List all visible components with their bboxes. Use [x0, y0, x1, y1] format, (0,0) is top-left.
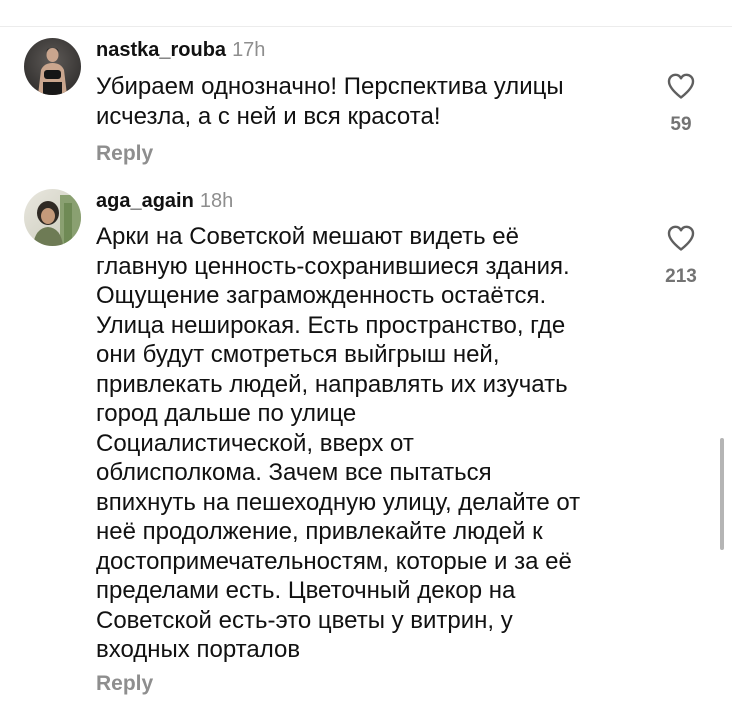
reply-button[interactable]: Reply [96, 142, 153, 166]
comment-text-line: неё продолжение, привлекайте людей к [96, 518, 543, 545]
comment-text-line: Ощущение заграможденность остаётся. [96, 282, 547, 309]
like-control: 213 [650, 224, 712, 288]
comment-text-line: исчезла, а с ней и вся красота! [96, 102, 441, 130]
comment-text-line: пределами есть. Цветочный декор на [96, 577, 516, 604]
comment-text-line: облисполкома. Зачем все пытаться [96, 459, 492, 486]
comment-text-line: входных порталов [96, 636, 301, 663]
timestamp: 17h [232, 39, 266, 61]
username[interactable]: aga_again [96, 190, 194, 212]
comment-meta: nastka_rouba 17h [96, 38, 265, 62]
comment-text-line: город дальше по улице [96, 400, 357, 427]
comment-text: Арки на Советской мешают видеть её главн… [96, 222, 641, 665]
scrollbar[interactable] [720, 438, 724, 550]
comment-text: Убираем однозначно! Перспектива улицы ис… [96, 72, 641, 131]
like-count: 213 [665, 266, 697, 287]
comment-text-line: Убираем однозначно! Перспектива улицы [96, 73, 564, 100]
top-divider [0, 26, 732, 27]
like-control: 59 [650, 72, 712, 136]
heart-outline-icon[interactable] [666, 224, 696, 252]
comment-text-line: они будут смотреться выйгрыш ней, [96, 341, 500, 368]
avatar-photo-icon [24, 189, 81, 246]
comment-text-line: Советской есть-это цветы у витрин, у [96, 606, 513, 634]
comment-text-line: привлекать людей, направлять их изучать [96, 370, 568, 398]
avatar[interactable] [24, 189, 81, 246]
comment-text-line: впихнуть на пешеходную улицу, делайте от [96, 488, 581, 516]
comment-text-line: Улица неширокая. Есть пространство, где [96, 311, 566, 339]
comment-text-line: достопримечательностям, которые и за её [96, 547, 572, 575]
comment-text-line: Социалистической, вверх от [96, 429, 414, 457]
like-count: 59 [670, 114, 692, 135]
avatar[interactable] [24, 38, 81, 95]
avatar-photo-icon [24, 38, 81, 95]
comment-text-line: Арки на Советской мешают видеть её [96, 223, 519, 250]
reply-button[interactable]: Reply [96, 672, 153, 696]
timestamp: 18h [199, 190, 234, 212]
username[interactable]: nastka_rouba [96, 39, 226, 61]
heart-outline-icon[interactable] [666, 72, 696, 100]
comment-text-line: главную ценность-сохранившиеся здания. [96, 252, 570, 280]
comment-meta: aga_again 18h [96, 189, 233, 213]
